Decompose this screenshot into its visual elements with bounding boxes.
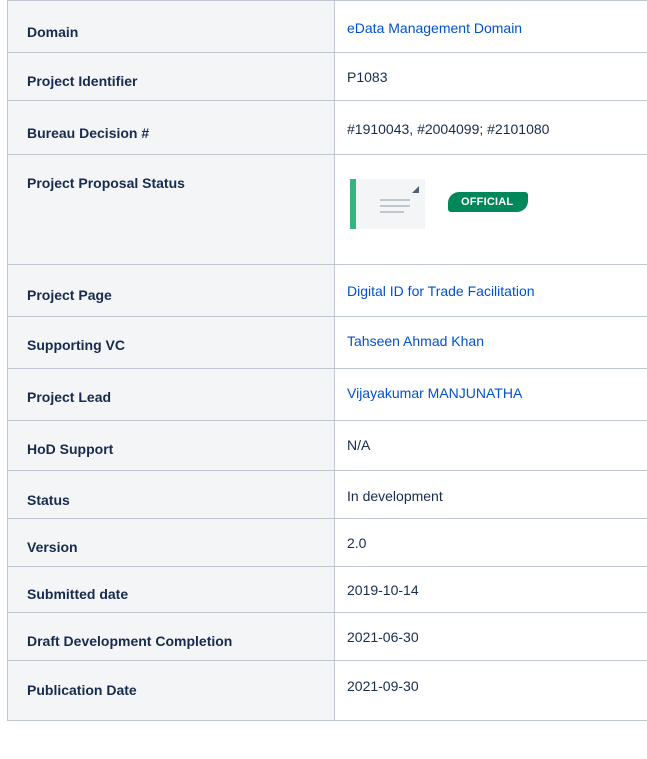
row-label: Project Proposal Status bbox=[27, 175, 185, 191]
row-label: HoD Support bbox=[27, 441, 114, 457]
table-row: HoD Support N/A bbox=[7, 420, 647, 471]
table-row: Submitted date 2019-10-14 bbox=[7, 566, 647, 613]
row-value-cell: Vijayakumar MANJUNATHA bbox=[334, 368, 647, 421]
submitted-date-value: 2019-10-14 bbox=[347, 582, 419, 598]
row-value-cell: eData Management Domain bbox=[334, 0, 647, 53]
row-label-cell: Submitted date bbox=[7, 566, 335, 613]
row-label-cell: Supporting VC bbox=[7, 316, 335, 369]
row-label-cell: Project Lead bbox=[7, 368, 335, 421]
row-label: Domain bbox=[27, 24, 79, 40]
row-label-cell: HoD Support bbox=[7, 420, 335, 471]
row-label-cell: Project Identifier bbox=[7, 52, 335, 101]
row-label-cell: Domain bbox=[7, 0, 335, 53]
row-value-cell: 2019-10-14 bbox=[334, 566, 647, 613]
table-row: Project Proposal Status OFFICIAL bbox=[7, 154, 647, 265]
row-label: Version bbox=[27, 539, 78, 555]
version-value: 2.0 bbox=[347, 535, 367, 551]
row-value-cell: 2021-06-30 bbox=[334, 612, 647, 661]
row-value-cell: OFFICIAL bbox=[334, 154, 647, 265]
row-label: Project Page bbox=[27, 287, 112, 303]
table-row: Project Identifier P1083 bbox=[7, 52, 647, 101]
row-label-cell: Version bbox=[7, 518, 335, 567]
table-row: Publication Date 2021-09-30 bbox=[7, 660, 647, 721]
table-row: Draft Development Completion 2021-06-30 bbox=[7, 612, 647, 661]
document-thumbnail-icon[interactable] bbox=[350, 179, 425, 229]
row-value-cell: #1910043, #2004099; #2101080 bbox=[334, 100, 647, 155]
publication-date-value: 2021-09-30 bbox=[347, 678, 419, 694]
table-row: Version 2.0 bbox=[7, 518, 647, 567]
row-label-cell: Project Proposal Status bbox=[7, 154, 335, 265]
table-row: Status In development bbox=[7, 470, 647, 519]
project-identifier-value: P1083 bbox=[347, 69, 388, 85]
hod-support-value: N/A bbox=[347, 437, 371, 453]
row-label: Project Lead bbox=[27, 389, 112, 405]
draft-completion-value: 2021-06-30 bbox=[347, 629, 419, 645]
row-label-cell: Bureau Decision # bbox=[7, 100, 335, 155]
row-label: Project Identifier bbox=[27, 73, 138, 89]
table-row: Bureau Decision # #1910043, #2004099; #2… bbox=[7, 100, 647, 155]
table-row: Project Page Digital ID for Trade Facili… bbox=[7, 264, 647, 317]
row-value-cell: Digital ID for Trade Facilitation bbox=[334, 264, 647, 317]
project-properties-table: Domain eData Management Domain Project I… bbox=[7, 0, 647, 721]
row-value-cell: In development bbox=[334, 470, 647, 519]
row-value-cell: N/A bbox=[334, 420, 647, 471]
row-label-cell: Draft Development Completion bbox=[7, 612, 335, 661]
table-row: Project Lead Vijayakumar MANJUNATHA bbox=[7, 368, 647, 421]
supporting-vc-link[interactable]: Tahseen Ahmad Khan bbox=[347, 333, 484, 349]
table-row: Supporting VC Tahseen Ahmad Khan bbox=[7, 316, 647, 369]
row-label-cell: Status bbox=[7, 470, 335, 519]
status-badge: OFFICIAL bbox=[448, 192, 529, 212]
row-label: Supporting VC bbox=[27, 337, 125, 353]
row-label: Draft Development Completion bbox=[27, 633, 233, 649]
row-label: Bureau Decision # bbox=[27, 125, 150, 141]
row-label: Publication Date bbox=[27, 682, 137, 698]
row-label: Submitted date bbox=[27, 586, 129, 602]
row-label-cell: Publication Date bbox=[7, 660, 335, 721]
row-label: Status bbox=[27, 492, 70, 508]
domain-link[interactable]: eData Management Domain bbox=[347, 20, 522, 36]
project-page-link[interactable]: Digital ID for Trade Facilitation bbox=[347, 283, 535, 299]
row-value-cell: Tahseen Ahmad Khan bbox=[334, 316, 647, 369]
table-row: Domain eData Management Domain bbox=[7, 0, 647, 53]
row-value-cell: 2.0 bbox=[334, 518, 647, 567]
row-label-cell: Project Page bbox=[7, 264, 335, 317]
project-lead-link[interactable]: Vijayakumar MANJUNATHA bbox=[347, 385, 522, 401]
status-value: In development bbox=[347, 488, 443, 504]
row-value-cell: 2021-09-30 bbox=[334, 660, 647, 721]
row-value-cell: P1083 bbox=[334, 52, 647, 101]
bureau-decision-value: #1910043, #2004099; #2101080 bbox=[347, 121, 550, 137]
